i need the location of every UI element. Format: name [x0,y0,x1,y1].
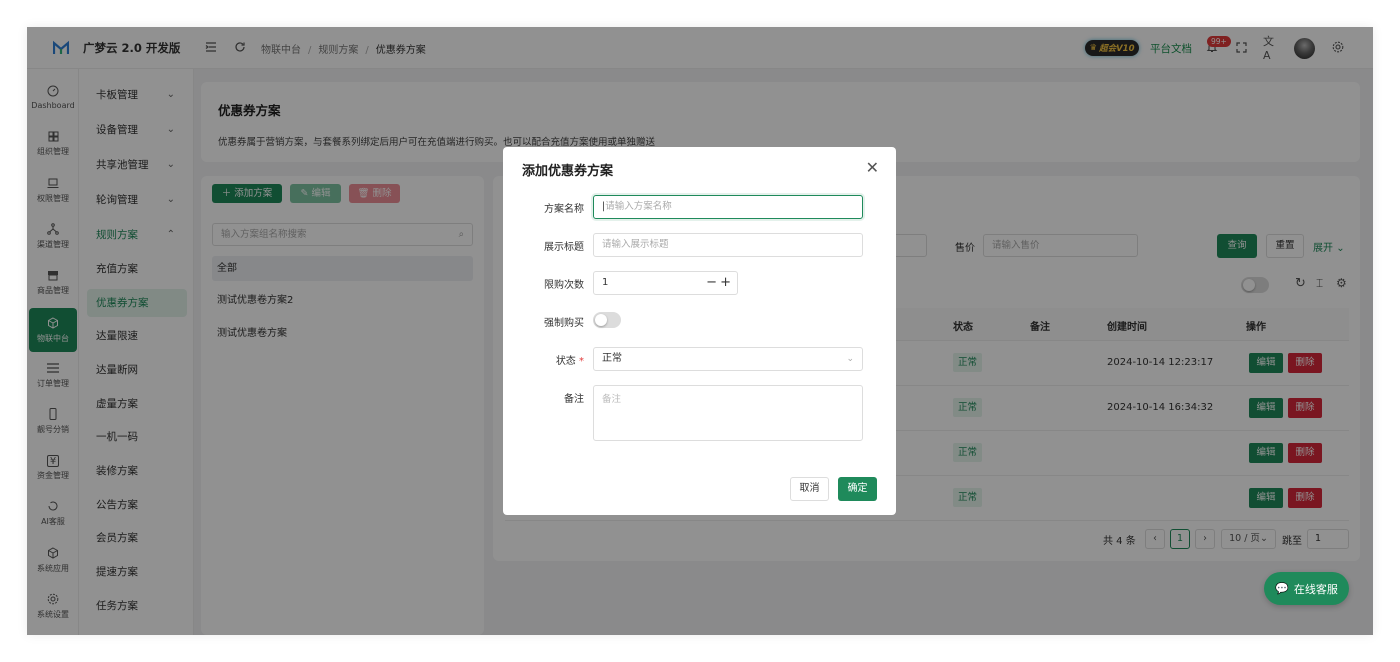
field-label: 展示标题 [544,242,584,253]
remark-textarea[interactable]: 备注 [593,385,863,441]
app-window: 广梦云 2.0 开发版 物联中台 / 规则方案 / 优惠券方案 ♛ 超会V10 平台文档 … [27,27,1373,635]
force-buy-switch[interactable] [593,312,621,328]
field-label: 状态 * [555,356,584,367]
plan-name-input[interactable]: |请输入方案名称 [593,195,863,219]
field-label: 方案名称 [544,204,584,215]
minus-icon[interactable]: − [706,272,717,294]
cancel-button[interactable]: 取消 [790,477,829,501]
chevron-down-icon: ⌄ [846,354,854,364]
add-coupon-modal: 添加优惠券方案 ✕ 方案名称 |请输入方案名称 展示标题 请输入展示标题 限购次… [503,147,896,515]
field-label: 限购次数 [544,280,584,291]
close-icon[interactable]: ✕ [866,160,879,176]
plus-icon[interactable]: + [720,272,731,294]
confirm-button[interactable]: 确定 [838,477,877,501]
field-label: 强制购买 [544,318,584,329]
online-service-button[interactable]: 💬 在线客服 [1264,572,1349,605]
chat-bubble-icon: 💬 [1275,582,1289,595]
modal-title: 添加优惠券方案 [522,164,614,179]
status-select[interactable]: 正常 ⌄ [593,347,863,371]
purchase-limit-stepper[interactable]: 1− + [593,271,738,295]
display-title-input[interactable]: 请输入展示标题 [593,233,863,257]
field-label: 备注 [564,394,584,405]
toggle-knob [595,314,607,326]
